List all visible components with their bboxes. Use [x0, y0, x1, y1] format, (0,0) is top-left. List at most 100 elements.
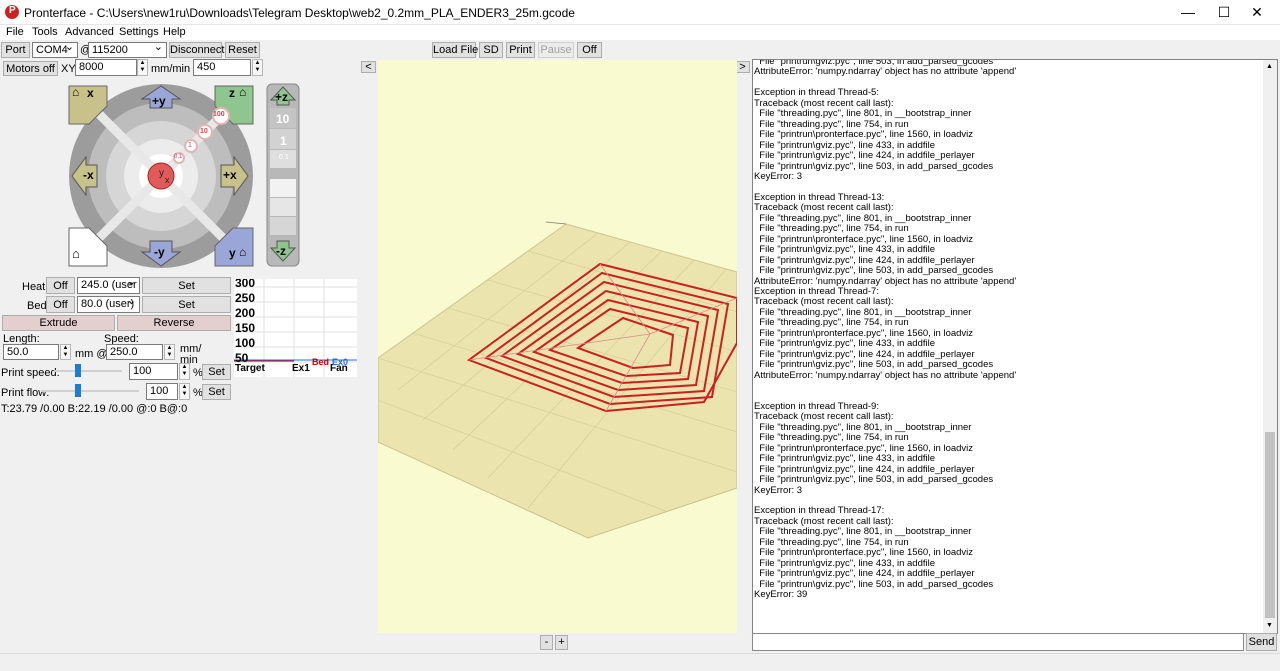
window-title: Pronterface - C:\Users\new1ru\Downloads\…	[24, 6, 575, 20]
heat-label: Heat:	[22, 281, 49, 293]
off-button[interactable]: Off	[577, 42, 602, 58]
console-log-line: File "printrun\gviz.pyc", line 503, in a…	[754, 265, 994, 277]
graph-tick-250: 250	[235, 291, 256, 305]
title-bar: Pronterface - C:\Users\new1ru\Downloads\…	[0, 0, 1280, 25]
xy-feedrate-input[interactable]: 8000	[75, 59, 137, 76]
console-log-line	[754, 381, 1263, 391]
print-speed-set-button[interactable]: Set	[202, 364, 231, 380]
menu-file[interactable]: File	[6, 26, 24, 38]
z-step-1-label: 1	[280, 134, 287, 148]
length-input[interactable]: 50.0	[3, 344, 59, 360]
z-jog-control[interactable]	[266, 83, 300, 267]
reverse-button[interactable]: Reverse	[117, 315, 231, 331]
speed-input[interactable]: 250.0	[106, 344, 163, 360]
home-y-icon: ⌂	[239, 245, 247, 259]
scroll-down-icon[interactable]: ▼	[1266, 622, 1273, 629]
home-all-icon: ⌂	[72, 246, 80, 261]
print-flow-set-button[interactable]: Set	[202, 384, 231, 400]
console-log-line: File "printrun\gviz.pyc", line 424, in a…	[754, 150, 975, 162]
heat-set-button[interactable]: Set	[142, 277, 231, 294]
print-flow-slider-track[interactable]	[41, 390, 139, 392]
reset-button[interactable]: Reset	[225, 42, 260, 58]
zoom-in-button[interactable]: +	[555, 635, 568, 650]
minus-y-label: -y	[154, 245, 165, 259]
gcode-3d-view[interactable]	[378, 60, 737, 633]
center-y-label: y	[159, 168, 164, 179]
sd-button[interactable]: SD	[479, 42, 503, 58]
close-button[interactable]: ✕	[1234, 0, 1280, 25]
send-button[interactable]: Send	[1246, 633, 1277, 651]
home-y-label: y	[229, 246, 236, 260]
speed-spin[interactable]: ▲ ▼	[164, 344, 175, 360]
z-feedrate-input[interactable]: 450	[193, 59, 251, 76]
print-flow-label: Print flow:	[1, 387, 50, 399]
heat-off-button[interactable]: Off	[46, 277, 75, 294]
port-button[interactable]: Port	[1, 42, 30, 58]
temperature-status-line: T:23.79 /0.00 B:22.19 /0.00 @:0 B@:0	[1, 403, 188, 415]
print-button[interactable]: Print	[506, 42, 535, 58]
console-scrollbar-thumb[interactable]	[1265, 432, 1275, 618]
menu-help[interactable]: Help	[163, 26, 186, 38]
bed-value: 80.0 (user)	[81, 298, 135, 310]
console-log-line: AttributeError: 'numpy.ndarray' object h…	[754, 369, 1017, 381]
plus-y-label: +y	[152, 94, 166, 108]
home-z-label: z	[229, 86, 235, 100]
menu-tools[interactable]: Tools	[32, 26, 58, 38]
console-scrollbar[interactable]: ▲ ▼	[1263, 60, 1277, 633]
collapse-left-button[interactable]: <	[361, 61, 376, 73]
menu-advanced[interactable]: Advanced	[65, 26, 114, 38]
console-log-line: KeyError: 3	[754, 484, 803, 496]
disconnect-button[interactable]: Disconnect	[169, 42, 224, 58]
scroll-up-icon[interactable]: ▲	[1266, 63, 1273, 70]
console-log-line: File "printrun\gviz.pyc", line 503, in a…	[754, 160, 994, 172]
command-input[interactable]	[752, 633, 1244, 651]
heat-value: 245.0 (user	[81, 279, 137, 291]
collapse-right-button[interactable]: >	[735, 61, 750, 73]
center-x-label: x	[165, 175, 170, 185]
step-0-1-label: 0.1	[174, 154, 183, 160]
console-log[interactable]: File "printrun\gviz.pyc", line 503, in a…	[752, 59, 1278, 634]
heat-select[interactable]: 245.0 (user	[77, 277, 140, 294]
temperature-graph: 300 250 200 150 100 50 Target Ex1 Fan Be…	[234, 279, 357, 377]
home-x-icon: ⌂	[72, 85, 80, 99]
motors-off-button[interactable]: Motors off	[3, 61, 58, 76]
console-log-line: AttributeError: 'numpy.ndarray' object h…	[754, 66, 1017, 78]
console-log-line: File "printrun\gviz.pyc", line 503, in a…	[754, 474, 994, 486]
length-spin[interactable]: ▲ ▼	[60, 344, 71, 360]
status-bar	[0, 653, 1280, 671]
print-flow-input[interactable]: 100	[146, 383, 178, 400]
home-z-icon: ⌂	[239, 85, 247, 99]
z-step-10-label: 10	[276, 112, 290, 126]
print-speed-slider-thumb[interactable]	[75, 364, 81, 377]
load-file-button[interactable]: Load File	[432, 42, 478, 58]
bed-set-button[interactable]: Set	[142, 296, 231, 313]
z-feedrate-spin[interactable]: ▲ ▼	[252, 59, 263, 76]
zoom-out-button[interactable]: -	[540, 635, 553, 650]
baud-value: 115200	[92, 44, 128, 56]
print-speed-slider-track[interactable]	[54, 370, 122, 372]
extrude-button[interactable]: Extrude	[2, 315, 115, 331]
baud-select[interactable]: 115200	[88, 42, 167, 58]
plus-x-label: +x	[223, 168, 237, 182]
print-speed-input[interactable]: 100	[129, 363, 178, 380]
graph-tick-150: 150	[235, 321, 256, 335]
menu-settings[interactable]: Settings	[119, 26, 159, 38]
step-1-label: 1	[188, 142, 192, 149]
xy-feedrate-spin[interactable]: ▲ ▼	[137, 59, 148, 76]
print-speed-label: Print speed:	[1, 367, 60, 379]
console-log-text: File "printrun\gviz.pyc", line 503, in a…	[753, 60, 1263, 601]
print-flow-spin[interactable]: ▲ ▼	[179, 383, 190, 400]
graph-tick-200: 200	[235, 306, 256, 320]
pronterface-logo-icon	[5, 5, 19, 19]
graph-tick-100: 100	[235, 336, 256, 350]
bed-off-button[interactable]: Off	[46, 296, 75, 313]
menu-bar: File Tools Advanced Settings Help	[0, 25, 1280, 40]
bed-select[interactable]: 80.0 (user)	[77, 296, 140, 313]
port-select[interactable]: COM4	[32, 42, 78, 58]
graph-label-target: Target	[235, 363, 265, 374]
pause-button[interactable]: Pause	[538, 42, 574, 58]
print-speed-spin[interactable]: ▲ ▼	[179, 363, 190, 380]
print-bed-render	[378, 221, 737, 539]
port-value: COM4	[36, 44, 68, 56]
print-flow-slider-thumb[interactable]	[75, 384, 81, 397]
